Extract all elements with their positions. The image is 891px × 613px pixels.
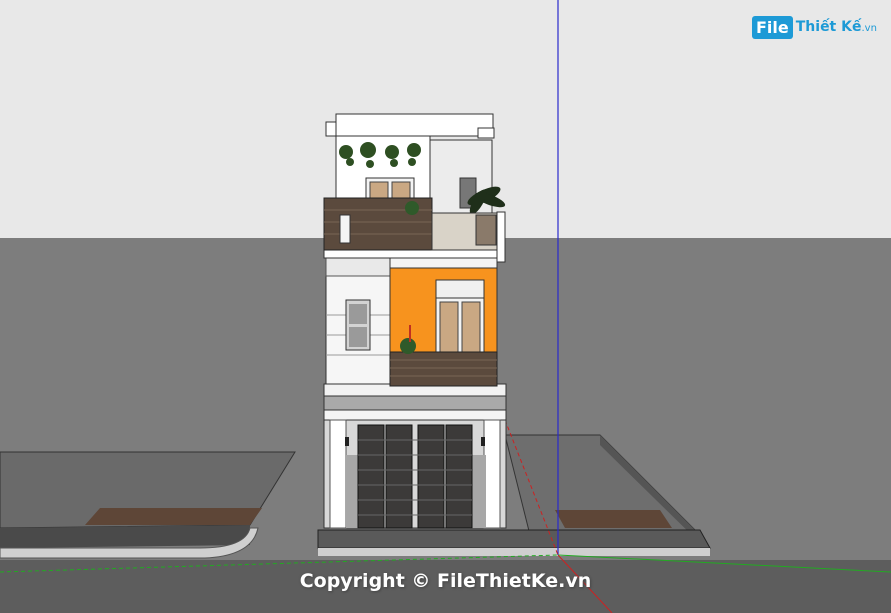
balcony-1-rail: [389, 351, 498, 387]
stone-right: [472, 455, 486, 528]
wall-lamp-left: [345, 437, 349, 446]
wall-lamp-right: [481, 437, 485, 446]
floor-band-stone: [323, 395, 507, 411]
logo-domain: .vn: [861, 23, 877, 34]
sketchup-viewport[interactable]: File Thiết Kế.vn Copyright © FileThietKe…: [0, 0, 891, 613]
right-pillar: [483, 419, 501, 529]
copyright-watermark: Copyright © FileThietKe.vn: [299, 570, 592, 592]
transom: [435, 279, 485, 299]
3d-model-scene: [0, 0, 891, 613]
brand-logo: File Thiết Kế.vn: [752, 14, 877, 40]
front-slab: [317, 529, 711, 549]
left-planter: [85, 508, 262, 525]
plant-pot-1: [400, 338, 416, 354]
logo-file-mark: File: [752, 15, 793, 39]
front-curb: [318, 548, 710, 556]
right-planter: [555, 510, 672, 528]
roof-parapet: [335, 113, 494, 137]
left-lot-edge: [0, 525, 250, 548]
plant-pot-2: [405, 201, 419, 215]
logo-brand-name: Thiết Kế: [795, 19, 862, 35]
left-pillar: [329, 419, 347, 529]
